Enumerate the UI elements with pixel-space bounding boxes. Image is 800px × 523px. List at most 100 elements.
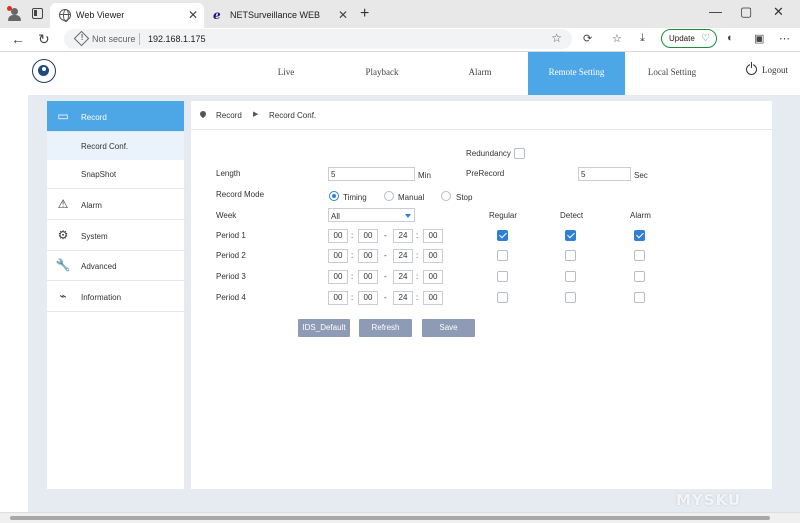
mode-manual-radio[interactable]: [384, 191, 394, 201]
close-tab-icon[interactable]: ✕: [338, 8, 348, 22]
detect-checkbox[interactable]: [565, 250, 576, 261]
edge-icon[interactable]: ◐: [727, 32, 734, 44]
sidebar-item-label: Alarm: [81, 201, 102, 210]
wrench-icon: 🔧: [55, 258, 71, 272]
start-minute-input[interactable]: 00: [358, 291, 378, 305]
end-hour-input[interactable]: 24: [393, 229, 413, 243]
nav-remote-setting[interactable]: Remote Setting: [528, 52, 625, 95]
length-input[interactable]: [328, 167, 415, 181]
reload-button[interactable]: ↻: [38, 31, 50, 48]
record-mode-label: Record Mode: [216, 190, 265, 199]
start-hour-input[interactable]: 00: [328, 270, 348, 284]
detect-checkbox[interactable]: [565, 292, 576, 303]
start-hour-input[interactable]: 00: [328, 249, 348, 263]
week-select[interactable]: All: [328, 208, 415, 222]
tab-netsurveillance[interactable]: e NETSurveillance WEB ✕: [204, 3, 354, 28]
security-label[interactable]: Not secure: [92, 34, 136, 44]
address-bar[interactable]: Not secure 192.168.1.175 ☆: [64, 29, 572, 49]
nav-local-setting[interactable]: Local Setting: [634, 52, 710, 95]
power-icon: [746, 62, 757, 75]
mode-stop-radio[interactable]: [441, 191, 451, 201]
breadcrumb-separator-icon: ▶: [253, 111, 259, 118]
start-minute-input[interactable]: 00: [358, 249, 378, 263]
url-text[interactable]: 192.168.1.175: [148, 34, 206, 44]
more-menu-icon[interactable]: ⋯: [779, 32, 790, 45]
downloads-icon[interactable]: ⤓: [640, 32, 645, 45]
warning-icon[interactable]: [73, 30, 90, 47]
alarm-checkbox[interactable]: [634, 271, 645, 282]
update-button[interactable]: Update ♡: [661, 29, 717, 48]
close-window-button[interactable]: ✕: [773, 4, 784, 20]
default-button[interactable]: IDS_Default: [298, 319, 350, 337]
save-button[interactable]: Save: [422, 319, 475, 337]
alarm-checkbox[interactable]: [634, 230, 645, 241]
logout-label: Logout: [762, 65, 788, 75]
end-hour-input[interactable]: 24: [393, 291, 413, 305]
sidebar-subitem-snapshot[interactable]: SnapShot: [47, 160, 184, 189]
breadcrumb-record-conf: Record Conf.: [269, 111, 317, 120]
detect-checkbox[interactable]: [565, 230, 576, 241]
tab-actions-icon[interactable]: [32, 8, 43, 19]
period-label: Period 2: [216, 251, 246, 260]
start-minute-input[interactable]: 00: [358, 229, 378, 243]
logout-button[interactable]: Logout: [746, 62, 788, 75]
regular-checkbox[interactable]: [497, 292, 508, 303]
favorites-icon[interactable]: ☆: [612, 32, 622, 45]
end-hour-input[interactable]: 24: [393, 249, 413, 263]
redundancy-checkbox[interactable]: [514, 148, 525, 159]
time-separator: :: [416, 272, 419, 281]
gear-icon: ⚙: [57, 228, 69, 242]
maximize-button[interactable]: ▢: [740, 4, 752, 20]
breadcrumb-record[interactable]: Record: [216, 111, 242, 120]
prerecord-unit: Sec: [634, 171, 648, 180]
sidebar-item-record[interactable]: ▭ Record: [47, 101, 184, 132]
scrollbar-thumb[interactable]: [10, 516, 770, 520]
end-minute-input[interactable]: 00: [423, 291, 443, 305]
end-hour-input[interactable]: 24: [393, 270, 413, 284]
prerecord-input[interactable]: [578, 167, 631, 181]
regular-checkbox[interactable]: [497, 271, 508, 282]
start-hour-input[interactable]: 00: [328, 229, 348, 243]
sidebar-item-information[interactable]: ⌁ Information: [47, 281, 184, 312]
tab-web-viewer[interactable]: Web Viewer ✕: [50, 3, 204, 28]
nav-playback[interactable]: Playback: [344, 52, 420, 95]
alarm-checkbox[interactable]: [634, 292, 645, 303]
mode-stop-label[interactable]: Stop: [456, 193, 472, 202]
mode-timing-label[interactable]: Timing: [343, 193, 367, 202]
mode-manual-label[interactable]: Manual: [398, 193, 424, 202]
profile-icon[interactable]: [7, 6, 23, 22]
detect-checkbox[interactable]: [565, 271, 576, 282]
regular-checkbox[interactable]: [497, 250, 508, 261]
record-icon: ▭: [57, 109, 69, 123]
extension-icon[interactable]: ⟳: [583, 32, 592, 45]
sidebar-item-advanced[interactable]: 🔧 Advanced: [47, 250, 184, 281]
new-tab-button[interactable]: +: [360, 5, 369, 23]
start-hour-input[interactable]: 00: [328, 291, 348, 305]
sidebar-subitem-record-conf[interactable]: Record Conf.: [47, 132, 184, 160]
range-separator: -: [384, 231, 387, 240]
update-label: Update: [669, 34, 695, 43]
regular-checkbox[interactable]: [497, 230, 508, 241]
sidebar-toggle-icon[interactable]: ▣: [754, 32, 764, 45]
chevron-down-icon: [405, 214, 411, 218]
nav-live[interactable]: Live: [248, 52, 324, 95]
end-minute-input[interactable]: 00: [423, 229, 443, 243]
mode-timing-radio[interactable]: [329, 191, 339, 201]
sidebar-item-label: Information: [81, 293, 122, 302]
horizontal-scrollbar[interactable]: [0, 512, 800, 523]
back-button[interactable]: ←: [11, 31, 25, 47]
sidebar-item-alarm[interactable]: ⚠ Alarm: [47, 189, 184, 220]
end-minute-input[interactable]: 00: [423, 249, 443, 263]
sidebar-item-system[interactable]: ⚙ System: [47, 220, 184, 251]
range-separator: -: [384, 251, 387, 260]
tab-title: Web Viewer: [76, 10, 125, 20]
close-tab-icon[interactable]: ✕: [188, 8, 198, 22]
nav-alarm[interactable]: Alarm: [442, 52, 518, 95]
favorite-star-icon[interactable]: ☆: [551, 31, 562, 45]
refresh-button[interactable]: Refresh: [359, 319, 412, 337]
minimize-button[interactable]: —: [709, 4, 722, 19]
end-minute-input[interactable]: 00: [423, 270, 443, 284]
alarm-checkbox[interactable]: [634, 250, 645, 261]
camera-logo-icon: [32, 59, 56, 83]
start-minute-input[interactable]: 00: [358, 270, 378, 284]
